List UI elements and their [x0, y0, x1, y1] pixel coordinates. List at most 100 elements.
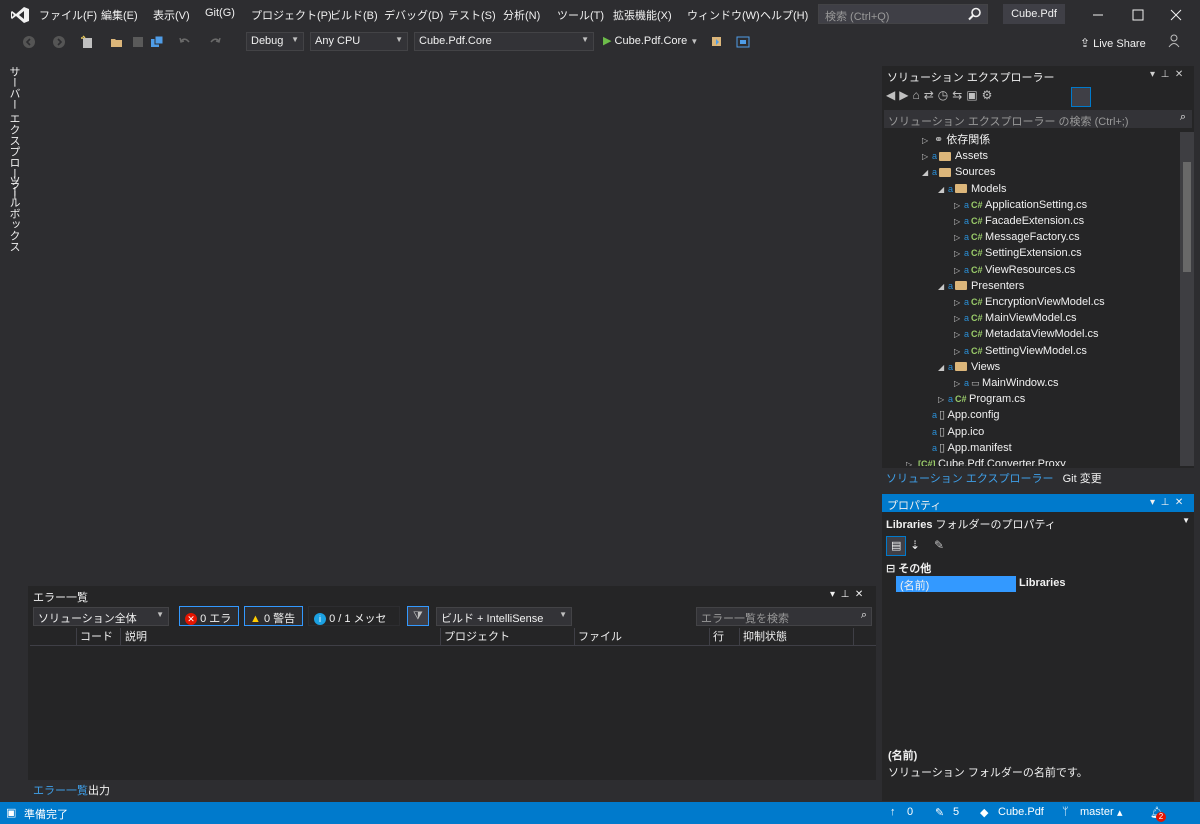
- status-repository[interactable]: Cube.Pdf: [998, 806, 1044, 818]
- collapsed-arrow-icon[interactable]: ▷: [954, 230, 964, 246]
- chevron-up-icon[interactable]: ▴: [1117, 806, 1123, 819]
- column-line[interactable]: 行: [713, 628, 724, 646]
- column-description[interactable]: 説明: [125, 628, 147, 646]
- tree-item[interactable]: ◢ a Sources: [922, 164, 995, 180]
- feedback-icon[interactable]: [1167, 34, 1181, 48]
- sync-icon[interactable]: ⇆: [952, 88, 966, 102]
- properties-icon[interactable]: ⚙: [982, 88, 997, 102]
- warnings-filter-button[interactable]: ▲ 0 警告: [244, 606, 303, 626]
- tab-solution-explorer[interactable]: ソリューション エクスプローラー: [886, 473, 1054, 485]
- tree-item[interactable]: ▷ a C# MainViewModel.cs: [954, 310, 1077, 326]
- close-icon[interactable]: [1166, 5, 1186, 25]
- collapsed-arrow-icon[interactable]: ▷: [954, 376, 964, 392]
- expanded-arrow-icon[interactable]: ◢: [938, 182, 948, 198]
- tree-item[interactable]: ▷ a C# FacadeExtension.cs: [954, 213, 1084, 229]
- tree-item[interactable]: a ▯ App.manifest: [922, 440, 1012, 456]
- expanded-arrow-icon[interactable]: ◢: [922, 165, 932, 181]
- collapsed-arrow-icon[interactable]: ▷: [906, 457, 916, 466]
- forward-icon[interactable]: ▶: [899, 88, 912, 102]
- undo-icon[interactable]: [178, 35, 192, 49]
- tree-item[interactable]: ▷ a C# SettingExtension.cs: [954, 245, 1082, 261]
- menu-analyze[interactable]: 分析(N): [503, 7, 540, 23]
- property-value-cell[interactable]: Libraries: [1019, 577, 1065, 589]
- collapsed-arrow-icon[interactable]: ▷: [954, 246, 964, 262]
- collapsed-arrow-icon[interactable]: ▷: [954, 344, 964, 360]
- collapsed-arrow-icon[interactable]: ▷: [954, 311, 964, 327]
- tree-item[interactable]: ▷ [C#] Cube.Pdf.Converter.Proxy: [906, 456, 1066, 466]
- save-icon[interactable]: [131, 35, 145, 49]
- filter-button[interactable]: ⧩: [407, 606, 429, 626]
- tree-item[interactable]: a ▯ App.ico: [922, 424, 984, 440]
- column-project[interactable]: プロジェクト: [444, 628, 510, 646]
- panel-header-buttons[interactable]: ▾ ⊥ ✕: [1150, 497, 1183, 508]
- menu-window[interactable]: ウィンドウ(W): [687, 7, 760, 23]
- collapsed-arrow-icon[interactable]: ▷: [954, 263, 964, 279]
- tab-error-list[interactable]: エラー一覧: [33, 782, 88, 798]
- redo-icon[interactable]: [208, 35, 222, 49]
- history-icon[interactable]: ◷: [938, 88, 952, 102]
- menu-extensions[interactable]: 拡張機能(X): [613, 7, 672, 23]
- arrow-up-icon[interactable]: ↑: [890, 806, 896, 818]
- menu-test[interactable]: テスト(S): [448, 7, 496, 23]
- error-list-search-input[interactable]: エラー一覧を検索 ⌕: [696, 607, 872, 626]
- solution-configuration-combo[interactable]: Debug ▼: [246, 32, 304, 51]
- notification-badge[interactable]: 2: [1156, 812, 1166, 822]
- column-code[interactable]: コード: [80, 628, 113, 646]
- categorized-view-button[interactable]: ▤: [886, 536, 906, 556]
- build-filter-combo[interactable]: ビルド + IntelliSense ▼: [436, 607, 572, 626]
- tree-item[interactable]: ◢ a Presenters: [938, 278, 1024, 294]
- collapsed-arrow-icon[interactable]: ▷: [954, 214, 964, 230]
- expanded-arrow-icon[interactable]: ◢: [938, 360, 948, 376]
- home-icon[interactable]: ⌂: [912, 88, 923, 102]
- tree-item[interactable]: ◢ a Views: [938, 359, 1000, 375]
- toolbox-tab[interactable]: ツールボックス: [6, 175, 22, 252]
- collapsed-arrow-icon[interactable]: ▷: [954, 327, 964, 343]
- error-scope-combo[interactable]: ソリューション全体 ▼: [33, 607, 169, 626]
- panel-header-buttons[interactable]: ▾ ⊥ ✕: [830, 589, 863, 600]
- tree-item[interactable]: ▷ a C# SettingViewModel.cs: [954, 343, 1087, 359]
- menu-edit[interactable]: 編集(E): [101, 7, 138, 23]
- collapsed-arrow-icon[interactable]: ▷: [922, 133, 932, 149]
- collapsed-arrow-icon[interactable]: ▷: [954, 295, 964, 311]
- maximize-icon[interactable]: [1128, 5, 1148, 25]
- tree-item[interactable]: ▷ a C# Program.cs: [938, 391, 1025, 407]
- branch-icon[interactable]: ᛘ: [1062, 806, 1069, 818]
- property-name-cell[interactable]: (名前): [896, 576, 1016, 592]
- back-icon[interactable]: ◀: [886, 88, 899, 102]
- startup-project-combo[interactable]: Cube.Pdf.Core ▼: [414, 32, 594, 51]
- tree-item[interactable]: ▷ a ▭ MainWindow.cs: [954, 375, 1058, 391]
- tree-item[interactable]: ▷ a C# ViewResources.cs: [954, 262, 1075, 278]
- tab-git-changes[interactable]: Git 変更: [1063, 473, 1102, 485]
- minimize-icon[interactable]: [1088, 5, 1108, 25]
- menu-git[interactable]: Git(G): [205, 7, 235, 19]
- tree-item[interactable]: a ▯ App.config: [922, 407, 1000, 423]
- expanded-arrow-icon[interactable]: ◢: [938, 279, 948, 295]
- tree-item[interactable]: ▷ a C# MessageFactory.cs: [954, 229, 1080, 245]
- solution-explorer-search-input[interactable]: ソリューション エクスプローラー の検索 (Ctrl+;) ⌕: [884, 110, 1192, 128]
- tree-item[interactable]: ▷ a C# MetadataViewModel.cs: [954, 326, 1099, 342]
- tree-item[interactable]: ▷ a C# EncryptionViewModel.cs: [954, 294, 1105, 310]
- status-unpushed-count[interactable]: 0: [907, 806, 913, 818]
- hot-reload-icon[interactable]: [710, 35, 724, 49]
- live-share-button[interactable]: ⇪ Live Share: [1080, 36, 1146, 50]
- start-debug-button[interactable]: ▶ Cube.Pdf.Core ▼: [603, 34, 698, 50]
- menu-project[interactable]: プロジェクト(P): [251, 7, 332, 23]
- collapse-all-icon[interactable]: ▣: [966, 88, 981, 102]
- back-icon[interactable]: [22, 35, 36, 49]
- collapsed-arrow-icon[interactable]: ▷: [922, 149, 932, 165]
- tree-item[interactable]: ▷ a Assets: [922, 148, 988, 164]
- messages-filter-button[interactable]: i 0 / 1 メッセージ: [308, 606, 400, 641]
- column-file[interactable]: ファイル: [578, 628, 622, 646]
- alphabetical-sort-icon[interactable]: ⇣: [910, 538, 920, 552]
- open-file-icon[interactable]: [110, 35, 124, 49]
- search-icon[interactable]: [968, 7, 982, 21]
- panel-header-buttons[interactable]: ▾ ⊥ ✕: [1150, 69, 1183, 80]
- tree-item[interactable]: ▷ ⚭ 依存関係: [922, 132, 990, 148]
- menu-help[interactable]: ヘルプ(H): [760, 7, 808, 23]
- solution-explorer-toolbar[interactable]: ◀▶⌂⇄◷⇆▣⚙: [886, 88, 1092, 108]
- status-branch[interactable]: master: [1080, 806, 1114, 818]
- tab-output[interactable]: 出力: [88, 782, 110, 798]
- tree-item[interactable]: ▷ a C# ApplicationSetting.cs: [954, 197, 1087, 213]
- menu-file[interactable]: ファイル(F): [39, 7, 97, 23]
- solution-tree-scroll-thumb[interactable]: [1183, 162, 1191, 272]
